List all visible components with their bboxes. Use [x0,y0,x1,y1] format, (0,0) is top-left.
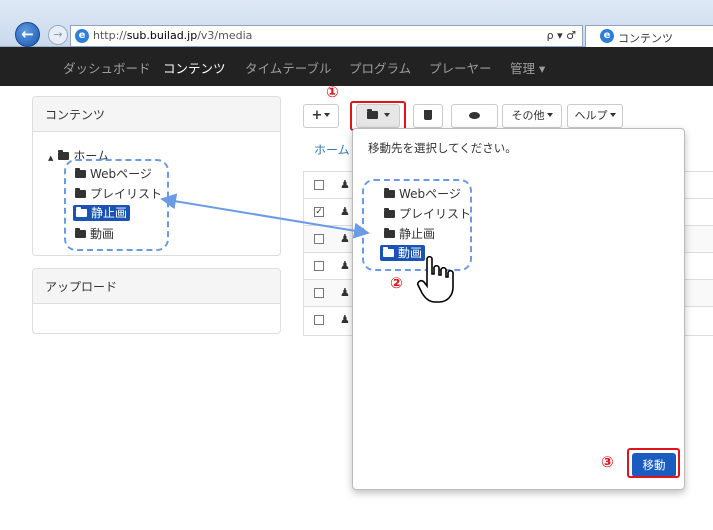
hand-cursor-icon [417,255,454,303]
arrow-overlay [160,193,454,303]
double-arrow [160,193,370,239]
screen: ← → e http://sub.builad.jp/v3/media ρ ▾ … [0,0,713,530]
